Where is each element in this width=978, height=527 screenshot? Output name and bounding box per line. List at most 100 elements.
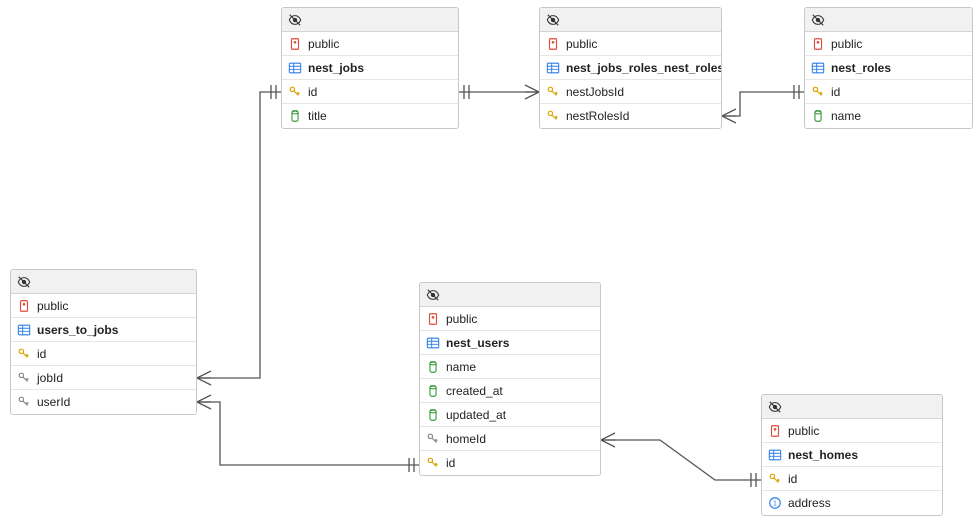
entity-nest_users[interactable]: public nest_usersname created_at updated_at…	[419, 282, 601, 476]
schema-row[interactable]: public	[420, 307, 600, 331]
column-row[interactable]: homeId	[420, 427, 600, 451]
visibility-off-icon	[811, 13, 825, 27]
visibility-off-icon	[288, 13, 302, 27]
fk-icon	[17, 395, 31, 409]
visibility-off-icon	[17, 275, 31, 289]
column-row[interactable]: title	[282, 104, 458, 128]
column-row[interactable]: id	[805, 80, 972, 104]
schema-row[interactable]: public	[805, 32, 972, 56]
entity-nest_roles[interactable]: public nest_rolesid name	[804, 7, 973, 129]
table-name: nest_roles	[831, 61, 891, 75]
table-icon	[288, 61, 302, 75]
schema-name: public	[788, 424, 819, 438]
column-row[interactable]: nestRolesId	[540, 104, 721, 128]
table-name-row[interactable]: nest_users	[420, 331, 600, 355]
visibility-off-icon	[546, 13, 560, 27]
column-name: title	[308, 109, 327, 123]
column-row[interactable]: id	[420, 451, 600, 475]
entity-header[interactable]	[540, 8, 721, 32]
column-name: nestRolesId	[566, 109, 629, 123]
column-row[interactable]: name	[420, 355, 600, 379]
table-name: users_to_jobs	[37, 323, 118, 337]
schema-icon	[288, 37, 302, 51]
pk-icon	[546, 85, 560, 99]
table-name-row[interactable]: nest_jobs_roles_nest_roles	[540, 56, 721, 80]
entity-nest_jobs[interactable]: public nest_jobsid title	[281, 7, 459, 129]
table-icon	[546, 61, 560, 75]
schema-icon	[811, 37, 825, 51]
entity-header[interactable]	[805, 8, 972, 32]
col-icon	[288, 109, 302, 123]
table-name-row[interactable]: nest_roles	[805, 56, 972, 80]
entity-nest_jobs_roles_nest_roles[interactable]: public nest_jobs_roles_nest_roles nestJobs…	[539, 7, 722, 129]
fk-icon	[17, 371, 31, 385]
pk-icon	[546, 109, 560, 123]
entity-header[interactable]	[420, 283, 600, 307]
pk-icon	[811, 85, 825, 99]
column-row[interactable]: id	[282, 80, 458, 104]
visibility-off-icon	[426, 288, 440, 302]
schema-row[interactable]: public	[11, 294, 196, 318]
schema-name: public	[308, 37, 339, 51]
schema-icon	[426, 312, 440, 326]
schema-name: public	[446, 312, 477, 326]
schema-name: public	[566, 37, 597, 51]
entity-nest_homes[interactable]: public nest_homesid address	[761, 394, 943, 516]
column-row[interactable]: id	[762, 467, 942, 491]
column-row[interactable]: nestJobsId	[540, 80, 721, 104]
entity-header[interactable]	[762, 395, 942, 419]
schema-name: public	[37, 299, 68, 313]
schema-name: public	[831, 37, 862, 51]
column-name: id	[308, 85, 317, 99]
column-row[interactable]: jobId	[11, 366, 196, 390]
column-name: nestJobsId	[566, 85, 624, 99]
pk-icon	[768, 472, 782, 486]
col-icon	[426, 360, 440, 374]
col-icon	[811, 109, 825, 123]
column-name: userId	[37, 395, 70, 409]
column-name: id	[446, 456, 455, 470]
pk-icon	[426, 456, 440, 470]
table-name-row[interactable]: nest_jobs	[282, 56, 458, 80]
column-name: created_at	[446, 384, 503, 398]
column-row[interactable]: updated_at	[420, 403, 600, 427]
column-row[interactable]: address	[762, 491, 942, 515]
table-name-row[interactable]: nest_homes	[762, 443, 942, 467]
table-icon	[811, 61, 825, 75]
table-icon	[17, 323, 31, 337]
fk-icon	[426, 432, 440, 446]
num-icon	[768, 496, 782, 510]
column-name: jobId	[37, 371, 63, 385]
pk-icon	[17, 347, 31, 361]
col-icon	[426, 384, 440, 398]
schema-icon	[768, 424, 782, 438]
column-name: id	[37, 347, 46, 361]
column-row[interactable]: userId	[11, 390, 196, 414]
table-icon	[768, 448, 782, 462]
col-icon	[426, 408, 440, 422]
column-name: id	[788, 472, 797, 486]
table-name: nest_homes	[788, 448, 858, 462]
table-name-row[interactable]: users_to_jobs	[11, 318, 196, 342]
column-name: homeId	[446, 432, 486, 446]
schema-icon	[17, 299, 31, 313]
column-name: address	[788, 496, 831, 510]
entity-header[interactable]	[11, 270, 196, 294]
column-row[interactable]: name	[805, 104, 972, 128]
table-icon	[426, 336, 440, 350]
column-name: updated_at	[446, 408, 506, 422]
visibility-off-icon	[768, 400, 782, 414]
column-name: name	[446, 360, 476, 374]
schema-row[interactable]: public	[282, 32, 458, 56]
table-name: nest_jobs	[308, 61, 364, 75]
schema-icon	[546, 37, 560, 51]
column-name: id	[831, 85, 840, 99]
column-row[interactable]: created_at	[420, 379, 600, 403]
pk-icon	[288, 85, 302, 99]
entity-header[interactable]	[282, 8, 458, 32]
column-row[interactable]: id	[11, 342, 196, 366]
column-name: name	[831, 109, 861, 123]
schema-row[interactable]: public	[762, 419, 942, 443]
entity-users_to_jobs[interactable]: public users_to_jobsid jobId userId	[10, 269, 197, 415]
schema-row[interactable]: public	[540, 32, 721, 56]
